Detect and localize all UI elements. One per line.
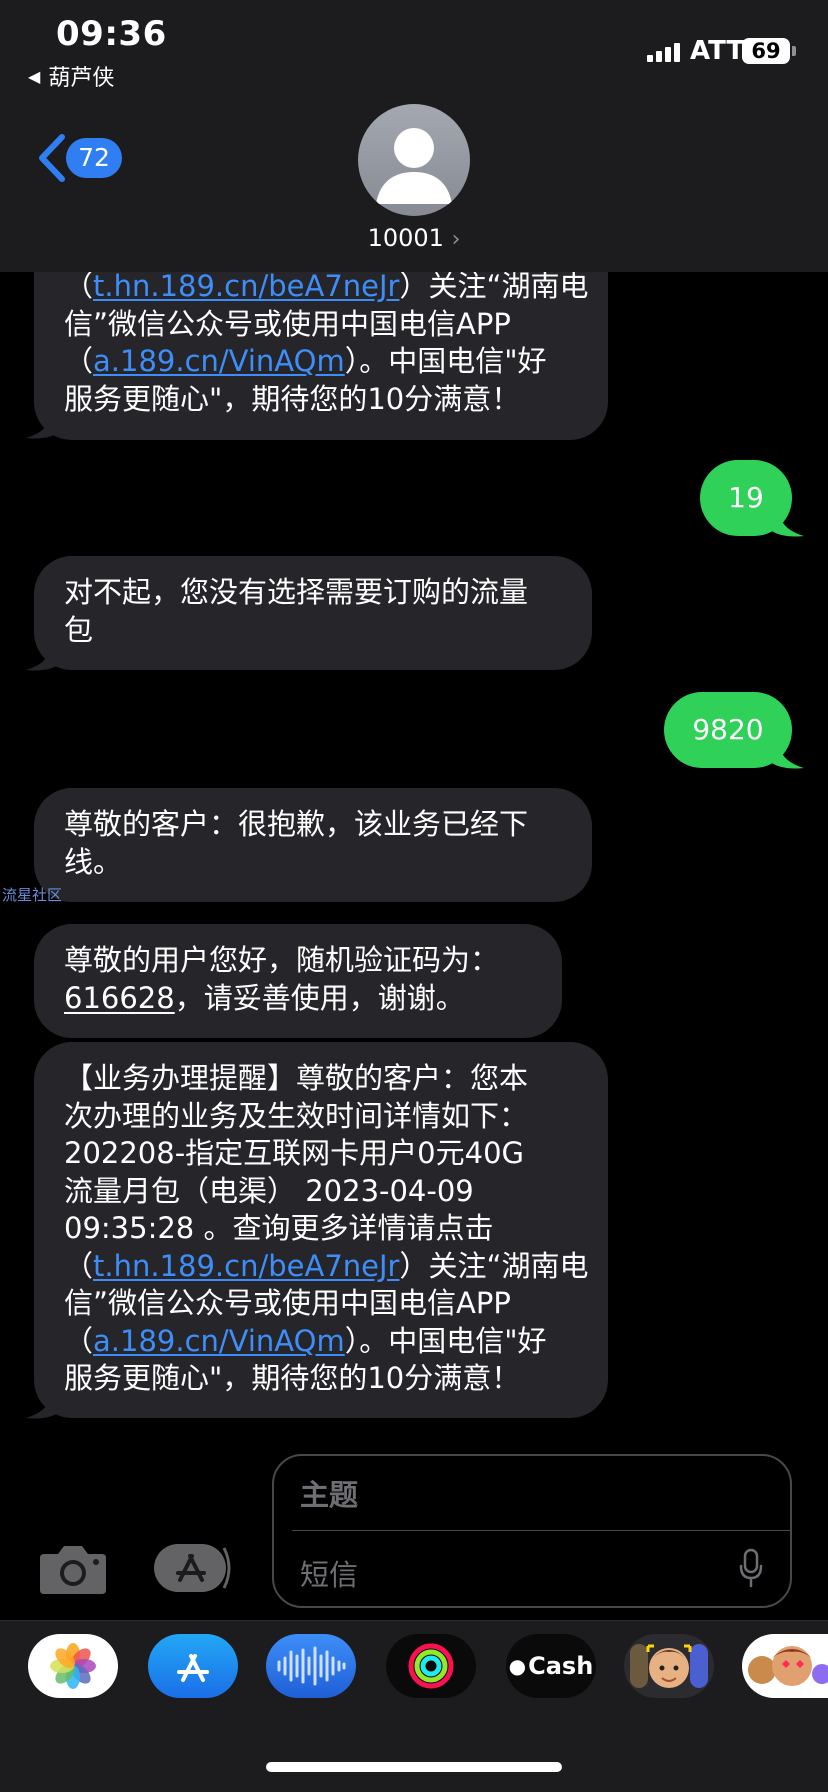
message-link[interactable]: a.189.cn/VinAQm bbox=[93, 1324, 345, 1358]
audio-message-icon[interactable] bbox=[266, 1634, 356, 1698]
back-app-label: 葫芦侠 bbox=[48, 66, 115, 91]
animoji-icon[interactable] bbox=[742, 1634, 828, 1698]
message-line: 服务更随心"，期待您的10分满意！ bbox=[64, 1361, 521, 1395]
cellular-signal-icon bbox=[647, 42, 680, 62]
message-line: 09:35:28 。查询更多详情请点击 bbox=[64, 1211, 494, 1245]
photos-icon[interactable] bbox=[28, 1634, 118, 1698]
animoji-stickers-icon bbox=[748, 1646, 828, 1686]
message-line: 信”微信公众号或使用中国电信APP bbox=[64, 306, 511, 341]
status-time: 09:36 bbox=[56, 14, 167, 54]
text: （ bbox=[64, 269, 94, 303]
bubble-tail bbox=[26, 636, 58, 671]
incoming-message[interactable]: 尊敬的客户：很抱歉，该业务已经下 线。 bbox=[34, 788, 592, 902]
message-link[interactable]: t.hn.189.cn/beA7neJr bbox=[93, 1249, 399, 1283]
message-line: 【业务办理提醒】尊敬的客户：您本 bbox=[64, 1061, 529, 1095]
watermark: 流星社区 bbox=[2, 886, 63, 904]
back-button[interactable] bbox=[36, 134, 66, 182]
photos-flower-icon bbox=[50, 1643, 96, 1689]
battery-icon: 69 bbox=[742, 38, 790, 64]
message-link[interactable]: t.hn.189.cn/beA7neJr bbox=[93, 269, 399, 303]
incoming-message[interactable]: 【业务办理提醒】尊敬的客户：您本 次办理的业务及生效时间详情如下： 202208… bbox=[34, 1042, 608, 1418]
input-divider bbox=[292, 1530, 790, 1531]
chevron-left-icon bbox=[39, 134, 65, 182]
message-line: 线。 bbox=[64, 844, 123, 879]
subject-input[interactable]: 主题 bbox=[300, 1472, 358, 1514]
text: （ bbox=[64, 1248, 94, 1283]
apple-cash-icon[interactable]: ● Cash bbox=[506, 1634, 596, 1698]
back-triangle-icon: ◀ bbox=[28, 66, 41, 86]
text: ，请妥善使用，谢谢。 bbox=[174, 980, 465, 1015]
memoji-face-icon bbox=[630, 1644, 708, 1688]
text: ）关注“湖南电 bbox=[399, 269, 589, 303]
message-line: （t.hn.189.cn/beA7neJr）关注“湖南电 bbox=[64, 268, 589, 306]
message-line: 尊敬的客户：很抱歉，该业务已经下 bbox=[64, 807, 529, 841]
home-indicator[interactable] bbox=[266, 1762, 562, 1772]
contact-name-button[interactable]: 10001 › bbox=[0, 224, 828, 252]
memoji-icon[interactable] bbox=[624, 1634, 714, 1698]
camera-icon[interactable] bbox=[38, 1540, 108, 1596]
microphone-icon[interactable] bbox=[738, 1548, 764, 1588]
waveform-icon bbox=[277, 1646, 346, 1686]
text: （ bbox=[64, 344, 94, 378]
message-line: （a.189.cn/VinAQm）。中国电信"好 bbox=[64, 343, 578, 381]
carrier-name: ATT bbox=[690, 36, 745, 66]
incoming-message[interactable]: 尊敬的用户您好，随机验证码为： 616628，请妥善使用，谢谢。 bbox=[34, 924, 562, 1038]
person-icon bbox=[376, 128, 452, 204]
app-store-button[interactable] bbox=[152, 1542, 234, 1594]
message-link[interactable]: a.189.cn/VinAQm bbox=[93, 344, 345, 378]
message-line: 包 bbox=[64, 612, 94, 647]
message-line: 对不起，您没有选择需要订购的流量 bbox=[64, 575, 529, 609]
unread-count-badge[interactable]: 72 bbox=[66, 138, 122, 178]
message-line: 尊敬的用户您好，随机验证码为： bbox=[64, 943, 500, 977]
message-line: （t.hn.189.cn/beA7neJr）关注“湖南电 bbox=[64, 1248, 589, 1286]
verification-code[interactable]: 616628 bbox=[64, 981, 175, 1015]
message-line: 202208-指定互联网卡用户0元40G bbox=[64, 1136, 524, 1170]
message-line: 信”微信公众号或使用中国电信APP bbox=[64, 1286, 511, 1320]
message-line: 次办理的业务及生效时间详情如下： bbox=[64, 1098, 529, 1133]
contact-avatar[interactable] bbox=[358, 104, 470, 216]
text: ）关注“湖南电 bbox=[399, 1248, 589, 1283]
activity-icon[interactable] bbox=[386, 1634, 476, 1698]
back-to-app[interactable]: ◀ 葫芦侠 bbox=[28, 60, 114, 92]
bubble-tail bbox=[772, 502, 804, 537]
contact-name: 10001 bbox=[367, 224, 444, 252]
text: ）。中国电信"好 bbox=[344, 1323, 547, 1358]
incoming-message[interactable]: 对不起，您没有选择需要订购的流量 包 bbox=[34, 556, 592, 670]
message-line: （a.189.cn/VinAQm）。中国电信"好 bbox=[64, 1323, 578, 1361]
message-line: 流量月包（电渠） 2023-04-09 bbox=[64, 1173, 474, 1208]
conversation-header: 09:36 ◀ 葫芦侠 ATT 69 72 10001 › bbox=[0, 0, 828, 272]
app-store-a-icon bbox=[177, 1654, 209, 1682]
apple-logo-icon: ● bbox=[508, 1654, 527, 1678]
cash-label: Cash bbox=[528, 1652, 594, 1680]
bubble-tail bbox=[26, 1384, 58, 1419]
chevron-right-icon: › bbox=[451, 227, 461, 252]
text: （ bbox=[64, 1323, 94, 1358]
battery-nub bbox=[792, 46, 796, 56]
bubble-tail bbox=[772, 734, 804, 769]
activity-rings-icon bbox=[408, 1643, 454, 1689]
message-line: 616628，请妥善使用，谢谢。 bbox=[64, 980, 532, 1018]
text: ）。中国电信"好 bbox=[344, 344, 547, 378]
message-line: 服务更随心"，期待您的10分满意！ bbox=[64, 381, 521, 416]
message-input[interactable]: 短信 bbox=[300, 1552, 358, 1594]
bubble-tail bbox=[26, 404, 58, 439]
app-store-icon[interactable] bbox=[148, 1634, 238, 1698]
